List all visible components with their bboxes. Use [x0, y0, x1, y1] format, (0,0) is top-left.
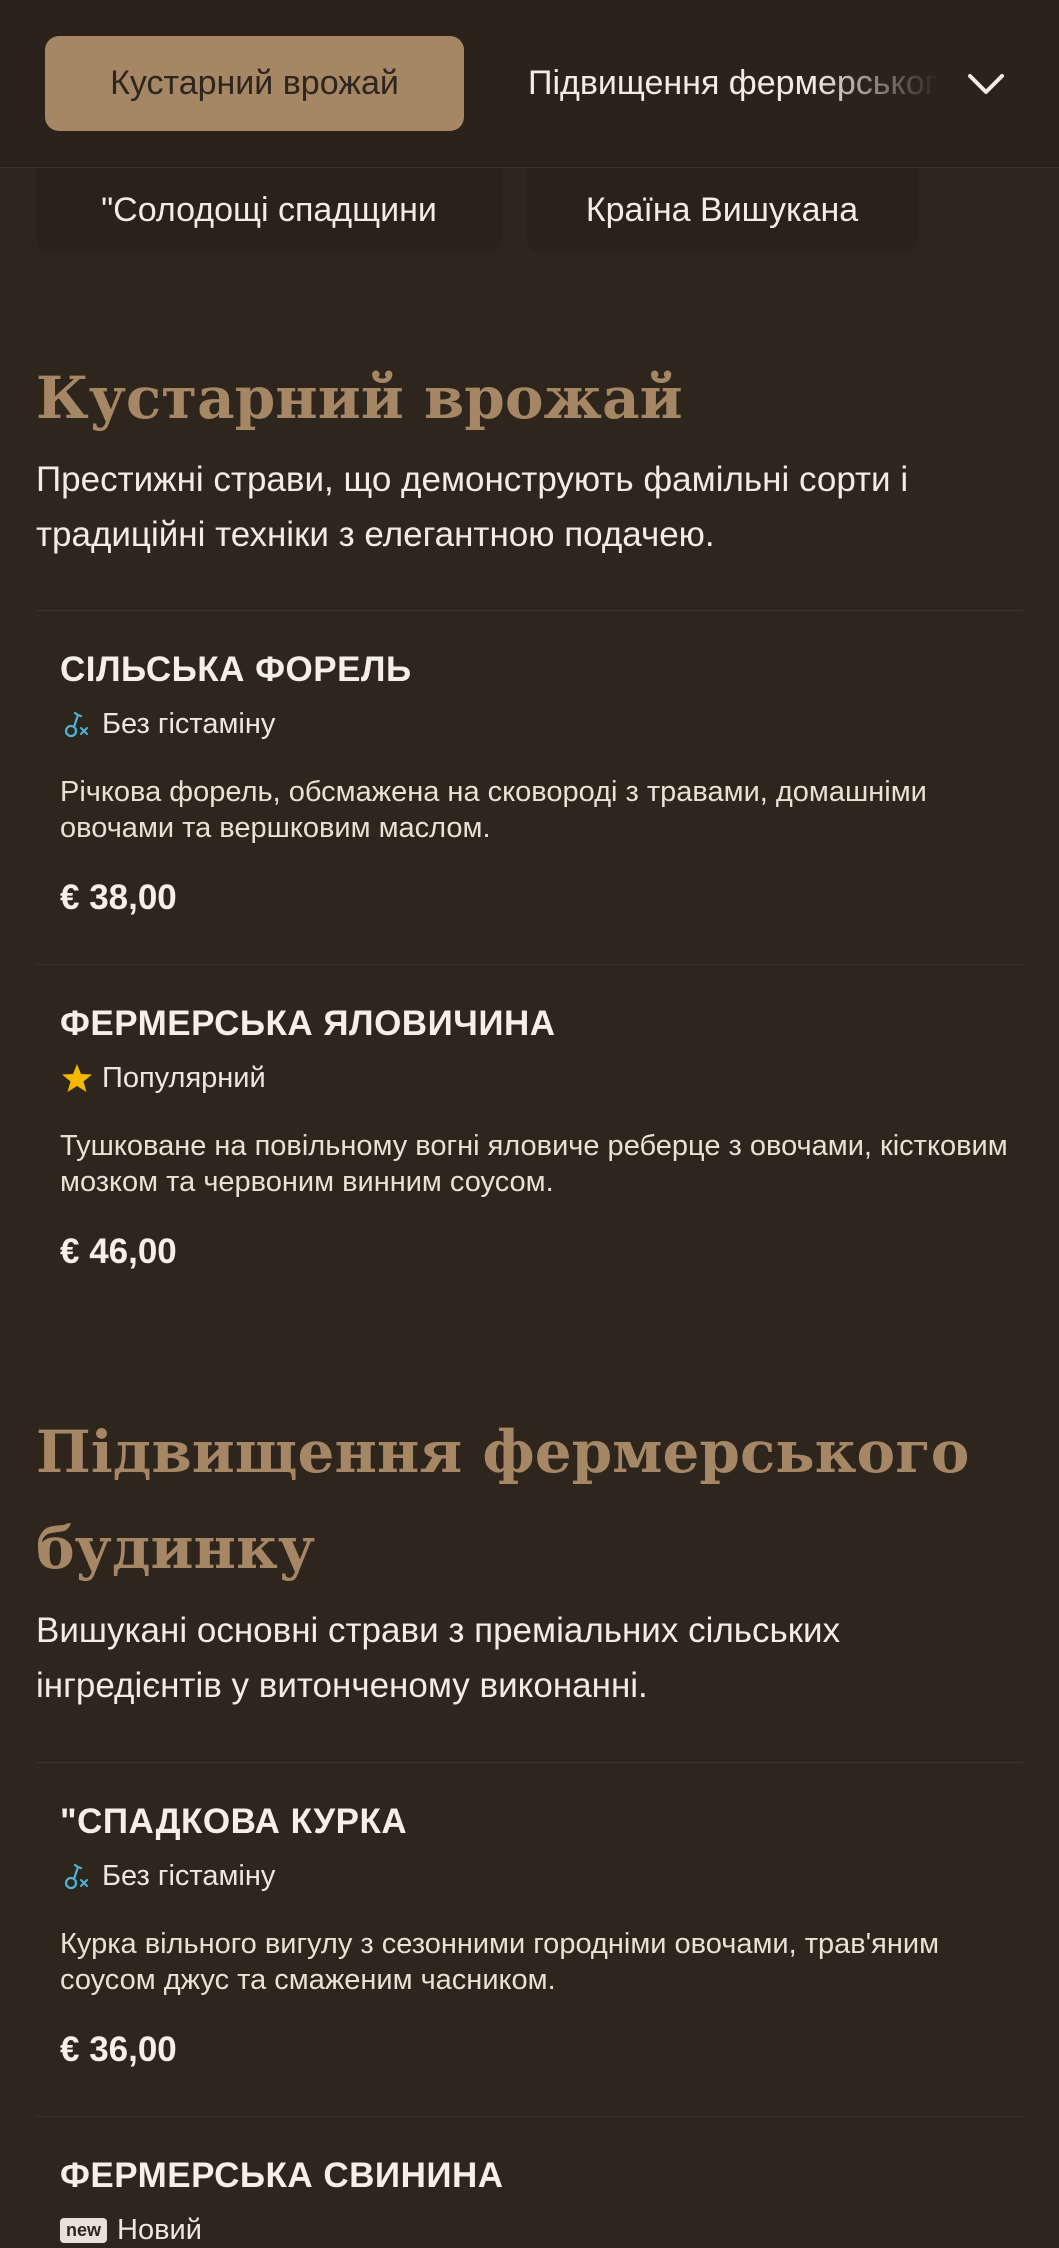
item-description: Річкова форель, обсмажена на сковороді з… [60, 776, 927, 844]
chevron-down-icon[interactable] [962, 60, 1010, 108]
item-price: € 36,00 [60, 2030, 177, 2069]
item-tag: Без гістаміну [60, 1858, 1010, 1894]
item-tag: new Новий [60, 2212, 1010, 2248]
new-badge-icon: new [60, 2217, 108, 2243]
section-title: Підвищення фермерського будинку [36, 1418, 970, 1582]
item-price: € 38,00 [60, 878, 177, 917]
item-description: Курка вільного вигулу з сезонними городн… [60, 1928, 940, 1996]
section-title: Кустарний врожай [36, 364, 683, 432]
divider [36, 964, 1023, 965]
tab-artisan-harvest[interactable]: Кустарний врожай [45, 36, 464, 131]
no-histamine-icon [60, 1860, 94, 1892]
item-tag-label: Без гістаміну [102, 707, 276, 740]
item-tag: Без гістаміну [60, 706, 1010, 742]
item-price: € 46,00 [60, 1232, 177, 1271]
subcategory-tabs: "Солодощі спадщини Країна Вишукана [0, 168, 1059, 258]
divider [36, 610, 1023, 611]
tab-label: Підвищення фермерського будинку [528, 64, 938, 102]
subtab-label: "Солодощі спадщини [101, 190, 437, 229]
item-tag-label: Популярний [102, 1061, 266, 1094]
category-tab-bar: Кустарний врожай Підвищення фермерського… [0, 0, 1059, 168]
menu-item[interactable]: СІЛЬСЬКА ФОРЕЛЬ Без гістаміну Річкова фо… [60, 646, 1010, 920]
item-tag-label: Новий [117, 2213, 202, 2246]
item-name: ФЕРМЕРСЬКА СВИНИНА [60, 2156, 504, 2195]
tab-farmhouse-elevation[interactable]: Підвищення фермерського будинку [528, 36, 938, 131]
divider [36, 1762, 1023, 1763]
no-histamine-icon [60, 708, 94, 740]
item-name: ФЕРМЕРСЬКА ЯЛОВИЧИНА [60, 1004, 556, 1043]
subtab-refined-country[interactable]: Країна Вишукана [526, 168, 918, 252]
item-name: "СПАДКОВА КУРКА [60, 1802, 408, 1841]
subtab-label: Країна Вишукана [585, 190, 859, 229]
divider [36, 2116, 1023, 2117]
menu-item[interactable]: ФЕРМЕРСЬКА СВИНИНА new Новий [60, 2152, 1010, 2248]
menu-item[interactable]: ФЕРМЕРСЬКА ЯЛОВИЧИНА Популярний Тушкован… [60, 1000, 1010, 1274]
item-name: СІЛЬСЬКА ФОРЕЛЬ [60, 650, 412, 689]
item-tag-label: Без гістаміну [102, 1859, 276, 1892]
item-description: Тушковане на повільному вогні яловиче ре… [60, 1130, 1008, 1198]
tab-label: Кустарний врожай [110, 64, 399, 102]
subtab-heritage-sweets[interactable]: "Солодощі спадщини [36, 168, 502, 252]
item-tag: Популярний [60, 1060, 1010, 1096]
section-description: Вишукані основні страви з преміальних сі… [36, 1611, 841, 1705]
menu-item[interactable]: "СПАДКОВА КУРКА Без гістаміну Курка віль… [60, 1798, 1010, 2072]
section-description: Престижні страви, що демонструють фаміль… [36, 460, 909, 554]
star-icon [60, 1062, 94, 1094]
